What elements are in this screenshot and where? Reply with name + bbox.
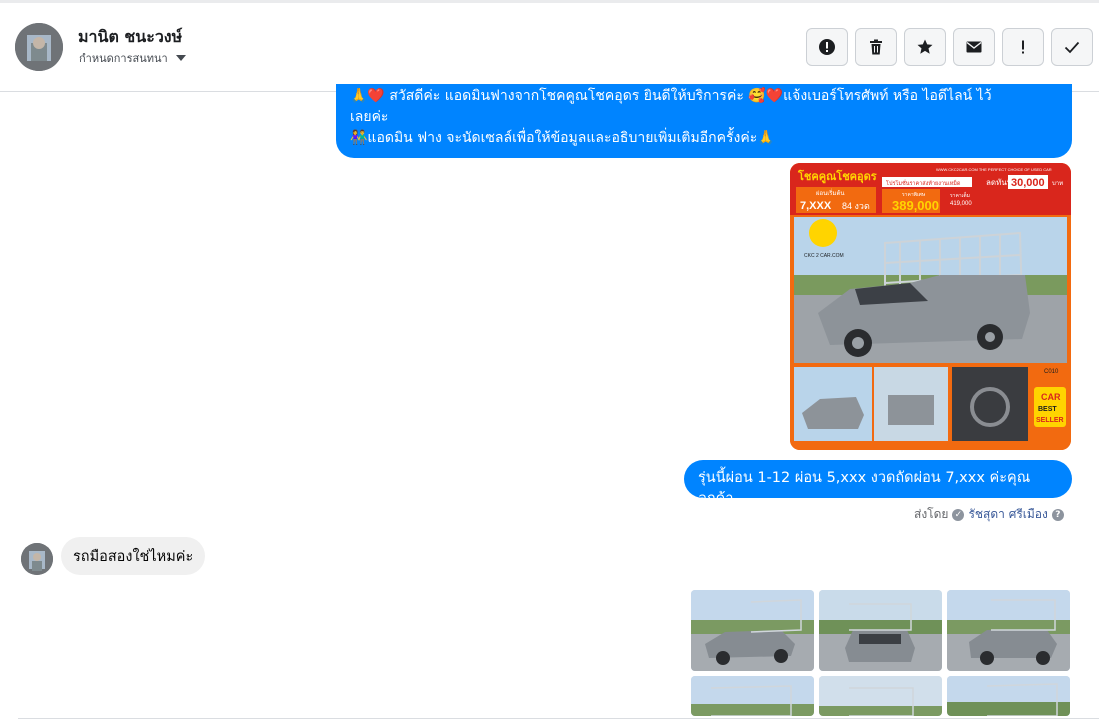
envelope-icon [966, 41, 982, 53]
car-ad-image[interactable]: โชคคูณโชคอุดร WWW.CKC2CAR.COM THE PERFEC… [790, 163, 1071, 450]
ad-down-label: ผ่อนเริ่มต้น [816, 189, 844, 197]
sent-by-info: ส่งโดย ✓ รัชสุดา ศรีเมือง ? [914, 505, 1064, 524]
car-photo-grid [691, 590, 1072, 716]
car-photo[interactable] [819, 590, 942, 671]
star-icon [917, 39, 933, 54]
ad-badge-line2: BEST [1038, 406, 1057, 413]
ad-badge-line3: SELLER [1036, 417, 1064, 424]
delete-button[interactable] [855, 28, 897, 66]
action-toolbar [806, 28, 1093, 66]
ad-discount-unit: บาท [1052, 181, 1063, 187]
assign-conversation-dropdown[interactable]: กำหนดการสนทนา [79, 49, 186, 67]
ad-promo-label: โปรโมชั่นราคาส่งท้ายงานเหม็ด [886, 179, 961, 187]
ad-price-label: ราคาพิเศษ [902, 191, 926, 198]
ad-installment: 7,XXX [800, 200, 832, 212]
conversation-header: มานิต ชนะวงษ์ กำหนดการสนทนา [0, 3, 1099, 92]
ad-website: WWW.CKC2CAR.COM THE PERFECT CHOICE OF US… [936, 167, 1052, 172]
car-photo[interactable] [691, 590, 814, 671]
trash-icon [870, 39, 882, 55]
sent-by-label: ส่งโดย [914, 507, 949, 521]
greeting-line: 🙏❤️ สวัสดีค่ะ แอดมินฟางจากโชคคูณโชคอุดร … [350, 88, 992, 104]
ad-code: C010 [1044, 369, 1059, 375]
mark-unread-button[interactable] [953, 28, 995, 66]
contact-name[interactable]: มานิต ชนะวงษ์ [78, 25, 182, 50]
installment-message[interactable]: รุ่นนี้ผ่อน 1-12 ผ่อน 5,xxx งวดถัดผ่อน 7… [684, 460, 1072, 507]
contact-avatar[interactable] [15, 23, 63, 71]
agent-icon: ✓ [952, 508, 965, 521]
report-spam-button[interactable] [806, 28, 848, 66]
assign-label: กำหนดการสนทนา [79, 52, 168, 65]
greeting-line: เลยค่ะ [350, 109, 389, 125]
alert-circle-icon [819, 39, 835, 55]
greeting-line: 👫แอดมิน ฟาง จะนัดเซลล์เพื่อให้ข้อมูลและอ… [350, 130, 775, 146]
check-icon [1064, 41, 1080, 54]
mark-done-button[interactable] [1051, 28, 1093, 66]
ad-installment-term: 84 งวด [842, 201, 870, 211]
help-icon[interactable]: ? [1051, 508, 1064, 521]
customer-avatar[interactable] [21, 543, 53, 575]
customer-message[interactable]: รถมือสองใช่ไหมค่ะ [61, 537, 206, 575]
caret-down-icon [175, 55, 186, 61]
ad-badge-line1: CAR [1041, 392, 1061, 402]
car-photo[interactable] [947, 676, 1070, 716]
exclamation-icon [1022, 40, 1024, 54]
ad-price: 389,000 [892, 198, 939, 213]
car-photo[interactable] [819, 676, 942, 716]
ad-old-price-label: ราคาเต็ม [950, 191, 970, 199]
car-photo[interactable] [691, 676, 814, 716]
ad-logo-text: CKC 2 CAR.COM [804, 253, 844, 259]
star-button[interactable] [904, 28, 946, 66]
follow-up-button[interactable] [1002, 28, 1044, 66]
ad-discount: 30,000 [1011, 177, 1045, 189]
composer-divider [18, 718, 1099, 723]
car-photo[interactable] [947, 590, 1070, 671]
ad-old-price: 419,000 [950, 201, 972, 207]
greeting-message[interactable]: 🙏❤️ สวัสดีค่ะ แอดมินฟางจากโชคคูณโชคอุดร … [336, 84, 1072, 158]
ad-brand-title: โชคคูณโชคอุดร [797, 169, 877, 184]
agent-name[interactable]: รัชสุดา ศรีเมือง [968, 505, 1047, 524]
